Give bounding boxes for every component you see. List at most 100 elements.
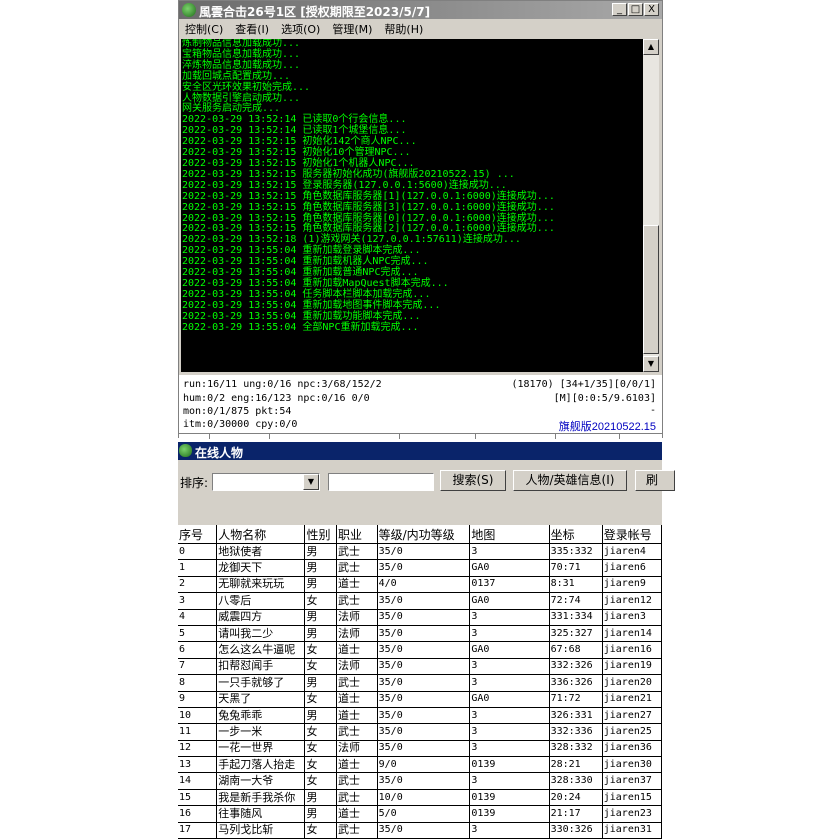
col-gender-cell: 女 — [304, 691, 337, 708]
col-account-cell: jiaren14 — [602, 625, 662, 643]
server-window: 風雲合击26号1区 [授权期限至2023/5/7] _ □ X 控制(C) 查看… — [178, 0, 663, 439]
minimize-button[interactable]: _ — [612, 3, 627, 16]
col-level-cell: 35/0 — [377, 772, 471, 790]
column-header-level[interactable]: 等级/内功等级 — [377, 525, 471, 544]
col-gender-cell: 女 — [304, 772, 337, 790]
scroll-down-icon[interactable]: ▼ — [643, 356, 659, 372]
players-list[interactable]: 序号 人物名称 性别 职业 等级/内功等级 地图 坐标 登录帐号 0 地狱使者男武士 35/0 3 3… — [178, 525, 662, 840]
col-account-cell: jiaren27 — [602, 707, 662, 725]
col-map-cell: 0139 — [469, 805, 550, 823]
column-header-name[interactable]: 人物名称 — [216, 525, 306, 544]
menu-bar: 控制(C) 查看(I) 选项(O) 管理(M) 帮助(H) — [179, 20, 662, 38]
col-map-cell: 3 — [469, 674, 550, 692]
log-console[interactable]: 炼制物品信息加载成功... 宝箱物品信息加载成功... 淬炼物品信息加载成功... 加… — [181, 39, 643, 372]
stat-run: run:16/11 ung:0/16 npc:3/68/152/2 — [183, 379, 382, 390]
table-row[interactable]: 2 无聊就来玩玩男道士 4/0 0137 8:31 jiaren9 — [178, 576, 662, 594]
sort-select[interactable]: ▼ — [212, 473, 320, 491]
table-row[interactable]: 12 一花一世界女法师 35/0 3 328:332 jiaren36 — [178, 740, 662, 758]
col-coords-cell: 70:71 — [549, 559, 603, 577]
table-row[interactable]: 0 地狱使者男武士 35/0 3 335:332 jiaren4 — [178, 543, 662, 561]
scroll-thumb[interactable] — [643, 225, 659, 354]
scroll-up-icon[interactable]: ▲ — [643, 39, 659, 55]
col-map-cell: GA0 — [469, 559, 550, 577]
col-index-cell: 8 — [178, 674, 218, 692]
window-titlebar[interactable]: 風雲合击26号1区 [授权期限至2023/5/7] _ □ X — [179, 1, 662, 19]
col-name-cell: 天黑了 — [216, 691, 306, 708]
col-level-cell: 35/0 — [377, 723, 471, 741]
search-input[interactable] — [328, 473, 434, 491]
table-row[interactable]: 1 龙御天下男武士 35/0 GA0 70:71 jiaren6 — [178, 559, 662, 577]
sort-label: 排序: — [180, 476, 209, 490]
col-name-cell: 往事随风 — [216, 805, 306, 823]
table-row[interactable]: 10 兔兔乖乖男道士 35/0 3 326:331 jiaren27 — [178, 707, 662, 725]
col-name-cell: 龙御天下 — [216, 559, 306, 577]
col-index-cell: 5 — [178, 625, 218, 643]
col-name-cell: 一花一世界 — [216, 740, 306, 758]
menu-manage[interactable]: 管理(M) — [332, 21, 372, 37]
table-row[interactable]: 3 八零后女武士 35/0 GA0 72:74 jiaren12 — [178, 592, 662, 610]
menu-options[interactable]: 选项(O) — [281, 21, 320, 37]
col-map-cell: GA0 — [469, 691, 550, 708]
col-map-cell: 0137 — [469, 576, 550, 594]
col-index-cell: 4 — [178, 609, 218, 626]
col-account-cell: jiaren3 — [602, 609, 662, 626]
col-index-cell: 14 — [178, 772, 218, 790]
refresh-button[interactable]: 刷 — [635, 470, 675, 491]
stat-hum: hum:0/2 eng:16/123 npc:0/16 0/0 — [183, 393, 370, 404]
table-row[interactable]: 8 一只手就够了男武士 35/0 3 336:326 jiaren20 — [178, 674, 662, 692]
players-table: 序号 人物名称 性别 职业 等级/内功等级 地图 坐标 登录帐号 0 地狱使者男武士 35/0 3 3… — [178, 525, 662, 840]
col-map-cell: 3 — [469, 658, 550, 676]
col-map-cell: 0139 — [469, 789, 550, 807]
table-row[interactable]: 7 扣帮怼闻手女法师 35/0 3 332:326 jiaren19 — [178, 658, 662, 676]
menu-help[interactable]: 帮助(H) — [384, 21, 423, 37]
panel-titlebar[interactable]: 在线人物 — [178, 442, 662, 460]
col-class-cell: 道士 — [336, 576, 378, 594]
table-row[interactable]: 6 怎么这么牛逼呢女道士 35/0 GA0 67:68 jiaren16 — [178, 641, 662, 659]
col-account-cell: jiaren25 — [602, 723, 662, 741]
stat-conn: (18170) [34+1/35][0/0/1] — [511, 379, 657, 390]
table-row[interactable]: 17 马列戈比斩女武士 35/0 3 330:326 jiaren31 — [178, 822, 662, 840]
table-row[interactable]: 11 一步一米女武士 35/0 3 332:336 jiaren25 — [178, 723, 662, 741]
col-coords-cell: 67:68 — [549, 641, 603, 659]
search-button[interactable]: 搜索(S) — [440, 470, 506, 491]
col-coords-cell: 28:21 — [549, 756, 603, 774]
panel-icon — [179, 444, 192, 457]
menu-view[interactable]: 查看(I) — [235, 21, 269, 37]
col-gender-cell: 女 — [304, 641, 337, 659]
table-row[interactable]: 9 天黑了女道士 35/0 GA0 71:72 jiaren21 — [178, 691, 662, 708]
table-row[interactable]: 14 湖南一大爷女武士 35/0 3 328:330 jiaren37 — [178, 772, 662, 790]
table-row[interactable]: 13 手起刀落人抬走女道士 9/0 0139 28:21 jiaren30 — [178, 756, 662, 774]
chevron-down-icon[interactable]: ▼ — [303, 474, 319, 490]
col-index-cell: 1 — [178, 559, 218, 577]
col-account-cell: jiaren16 — [602, 641, 662, 659]
col-gender-cell: 男 — [304, 543, 337, 561]
col-account-cell: jiaren31 — [602, 822, 662, 840]
col-index-cell: 17 — [178, 822, 218, 840]
col-class-cell: 道士 — [336, 756, 378, 774]
col-coords-cell: 20:24 — [549, 789, 603, 807]
col-account-cell: jiaren12 — [602, 592, 662, 610]
col-name-cell: 无聊就来玩玩 — [216, 576, 306, 594]
column-header-coords[interactable]: 坐标 — [549, 525, 603, 544]
col-class-cell: 武士 — [336, 543, 378, 561]
table-row[interactable]: 4 威震四方男法师 35/0 3 331:334 jiaren3 — [178, 609, 662, 626]
col-name-cell: 扣帮怼闻手 — [216, 658, 306, 676]
col-class-cell: 武士 — [336, 772, 378, 790]
col-coords-cell: 330:326 — [549, 822, 603, 840]
console-scrollbar[interactable]: ▲ ▼ — [643, 39, 659, 372]
maximize-button[interactable]: □ — [628, 3, 643, 16]
column-header-gender[interactable]: 性别 — [304, 525, 337, 544]
close-button[interactable]: X — [644, 3, 659, 16]
column-header-index[interactable]: 序号 — [178, 525, 218, 544]
column-header-map[interactable]: 地图 — [469, 525, 550, 544]
column-header-account[interactable]: 登录帐号 — [602, 525, 662, 544]
table-row[interactable]: 16 往事随风男道士 5/0 0139 21:17 jiaren23 — [178, 805, 662, 823]
log-line: 加载回城点配置成功... — [182, 70, 291, 82]
column-header-class[interactable]: 职业 — [336, 525, 378, 544]
table-row[interactable]: 15 我是新手我杀你男武士 10/0 0139 20:24 jiaren15 — [178, 789, 662, 807]
player-info-button[interactable]: 人物/英雄信息(I) — [513, 470, 627, 491]
menu-control[interactable]: 控制(C) — [185, 21, 223, 37]
col-name-cell: 一只手就够了 — [216, 674, 306, 692]
table-row[interactable]: 5 请叫我二少男法师 35/0 3 325:327 jiaren14 — [178, 625, 662, 643]
col-account-cell: jiaren37 — [602, 772, 662, 790]
